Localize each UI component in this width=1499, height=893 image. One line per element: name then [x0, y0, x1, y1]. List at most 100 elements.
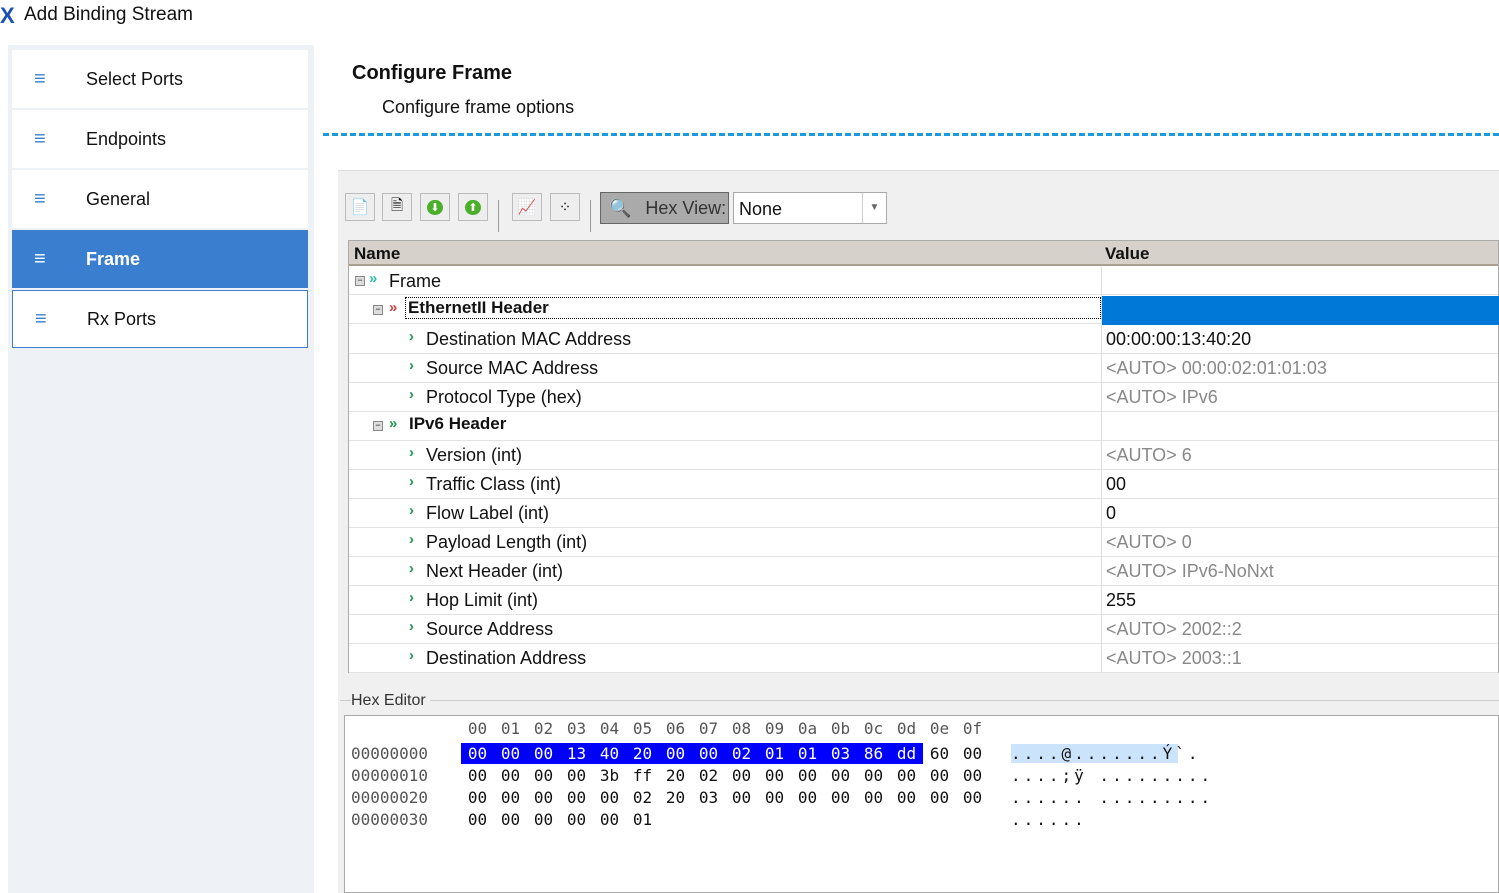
hex-byte[interactable]: 00 — [461, 765, 494, 786]
hex-byte[interactable]: 60 — [923, 743, 956, 764]
row-value[interactable]: <AUTO> 00:00:02:01:01:03 — [1101, 354, 1499, 383]
row-value[interactable]: <AUTO> IPv6-NoNxt — [1101, 557, 1499, 586]
hex-byte[interactable]: 01 — [758, 743, 791, 764]
sidebar-item-select-ports[interactable]: ≡ Select Ports — [12, 50, 308, 108]
hex-byte[interactable]: 20 — [626, 743, 659, 764]
tree-row[interactable]: −» IPv6 Header — [349, 412, 1498, 441]
hex-byte[interactable]: 00 — [560, 809, 593, 830]
row-value[interactable] — [1101, 412, 1499, 441]
hex-byte[interactable]: ff — [626, 765, 659, 786]
hex-byte[interactable]: 00 — [791, 765, 824, 786]
hex-byte[interactable]: 00 — [956, 787, 989, 808]
hex-view-select[interactable]: None ▼ — [733, 192, 887, 224]
hex-byte[interactable]: 00 — [527, 743, 560, 764]
tree-row[interactable]: › Traffic Class (int) 00 — [349, 470, 1498, 499]
tree-row[interactable]: › Protocol Type (hex) <AUTO> IPv6 — [349, 383, 1498, 412]
sidebar-item-general[interactable]: ≡ General — [12, 170, 308, 228]
hex-byte[interactable]: 00 — [758, 787, 791, 808]
hex-byte[interactable]: 01 — [626, 809, 659, 830]
column-header-name[interactable]: Name — [354, 244, 400, 264]
column-header-value[interactable]: Value — [1105, 244, 1149, 264]
hex-ascii[interactable]: ...... — [1011, 810, 1087, 829]
hex-byte[interactable]: 00 — [494, 809, 527, 830]
hex-byte[interactable]: 00 — [890, 787, 923, 808]
hex-byte[interactable]: 00 — [593, 809, 626, 830]
hex-byte[interactable]: 3b — [593, 765, 626, 786]
hex-byte[interactable]: 00 — [494, 765, 527, 786]
row-value[interactable]: <AUTO> 2002::2 — [1101, 615, 1499, 644]
hex-byte[interactable]: 00 — [725, 787, 758, 808]
hex-ascii[interactable]: ....;ÿ ......... — [1011, 766, 1213, 785]
collapse-icon[interactable]: − — [355, 276, 365, 286]
hex-byte[interactable]: 01 — [791, 743, 824, 764]
hex-byte[interactable]: 00 — [527, 787, 560, 808]
move-up-button[interactable]: ⬆ — [458, 193, 488, 221]
chart-button[interactable]: 📈 — [512, 193, 542, 221]
hex-view-button[interactable]: 🔍 Hex View: — [600, 192, 729, 224]
row-value[interactable] — [1101, 267, 1499, 296]
hex-byte[interactable]: 00 — [923, 787, 956, 808]
hex-byte[interactable]: 00 — [956, 743, 989, 764]
hex-byte[interactable]: 00 — [560, 787, 593, 808]
hex-byte[interactable]: 00 — [791, 787, 824, 808]
hex-byte[interactable]: 00 — [956, 765, 989, 786]
hex-byte[interactable]: 00 — [923, 765, 956, 786]
move-down-button[interactable]: ⬇ — [420, 193, 450, 221]
hex-byte[interactable]: 03 — [692, 787, 725, 808]
row-value[interactable]: <AUTO> 6 — [1101, 441, 1499, 470]
row-value[interactable] — [1101, 296, 1499, 325]
nodes-button[interactable]: ⁘ — [550, 193, 580, 221]
hex-byte[interactable]: 86 — [857, 743, 890, 764]
hex-byte[interactable]: 00 — [857, 765, 890, 786]
tree-row[interactable]: › Version (int) <AUTO> 6 — [349, 441, 1498, 470]
hex-byte[interactable]: 20 — [659, 787, 692, 808]
sidebar-item-frame[interactable]: ≡ Frame — [12, 230, 308, 288]
hex-byte[interactable]: 00 — [890, 765, 923, 786]
row-value[interactable]: 00:00:00:13:40:20 — [1101, 325, 1499, 354]
hex-byte[interactable]: 03 — [824, 743, 857, 764]
sidebar-item-rx-ports[interactable]: ≡ Rx Ports — [12, 290, 308, 348]
hex-byte[interactable]: 00 — [461, 809, 494, 830]
tree-row[interactable]: › Hop Limit (int) 255 — [349, 586, 1498, 615]
hex-byte[interactable]: 40 — [593, 743, 626, 764]
hex-ascii[interactable]: ....@.......Ý`. — [1011, 744, 1201, 763]
row-value[interactable]: <AUTO> 0 — [1101, 528, 1499, 557]
hex-byte[interactable]: 00 — [824, 765, 857, 786]
row-value[interactable]: 255 — [1101, 586, 1499, 615]
tree-row[interactable]: −» Frame — [349, 267, 1499, 296]
hex-byte[interactable]: 00 — [857, 787, 890, 808]
tree-row[interactable]: › Payload Length (int) <AUTO> 0 — [349, 528, 1498, 557]
hex-byte[interactable]: 00 — [758, 765, 791, 786]
tree-row[interactable]: › Flow Label (int) 0 — [349, 499, 1498, 528]
collapse-icon[interactable]: − — [373, 421, 383, 431]
chevron-down-icon[interactable]: ▼ — [862, 193, 886, 223]
hex-byte[interactable]: 00 — [527, 809, 560, 830]
hex-byte[interactable]: 00 — [593, 787, 626, 808]
hex-byte[interactable]: 00 — [560, 765, 593, 786]
hex-byte[interactable]: 00 — [494, 787, 527, 808]
hex-ascii[interactable]: ...... ......... — [1011, 788, 1213, 807]
tree-row[interactable]: › Destination MAC Address 00:00:00:13:40:2… — [349, 325, 1498, 354]
hex-byte[interactable]: 00 — [494, 743, 527, 764]
hex-byte[interactable]: 02 — [692, 765, 725, 786]
tree-row[interactable]: −» EthernetII Header — [349, 296, 1499, 325]
row-value[interactable]: 00 — [1101, 470, 1499, 499]
tree-row[interactable]: › Source Address <AUTO> 2002::2 — [349, 615, 1498, 644]
collapse-icon[interactable]: − — [373, 305, 383, 315]
sidebar-item-endpoints[interactable]: ≡ Endpoints — [12, 110, 308, 168]
hex-byte[interactable]: 00 — [725, 765, 758, 786]
hex-byte[interactable]: 00 — [461, 787, 494, 808]
tree-row[interactable]: › Destination Address <AUTO> 2003::1 — [349, 644, 1498, 673]
hex-byte[interactable]: 00 — [824, 787, 857, 808]
delete-field-button[interactable]: 🗎 — [382, 193, 412, 221]
hex-byte[interactable]: 20 — [659, 765, 692, 786]
row-value[interactable]: <AUTO> IPv6 — [1101, 383, 1499, 412]
add-field-button[interactable]: 📄 — [345, 193, 375, 221]
tree-row[interactable]: › Next Header (int) <AUTO> IPv6-NoNxt — [349, 557, 1498, 586]
row-value[interactable]: <AUTO> 2003::1 — [1101, 644, 1499, 673]
tree-row[interactable]: › Source MAC Address <AUTO> 00:00:02:01:01… — [349, 354, 1498, 383]
hex-byte[interactable]: 00 — [692, 743, 725, 764]
hex-byte[interactable]: 02 — [725, 743, 758, 764]
hex-byte[interactable]: 00 — [527, 765, 560, 786]
hex-byte[interactable]: 00 — [461, 743, 494, 764]
